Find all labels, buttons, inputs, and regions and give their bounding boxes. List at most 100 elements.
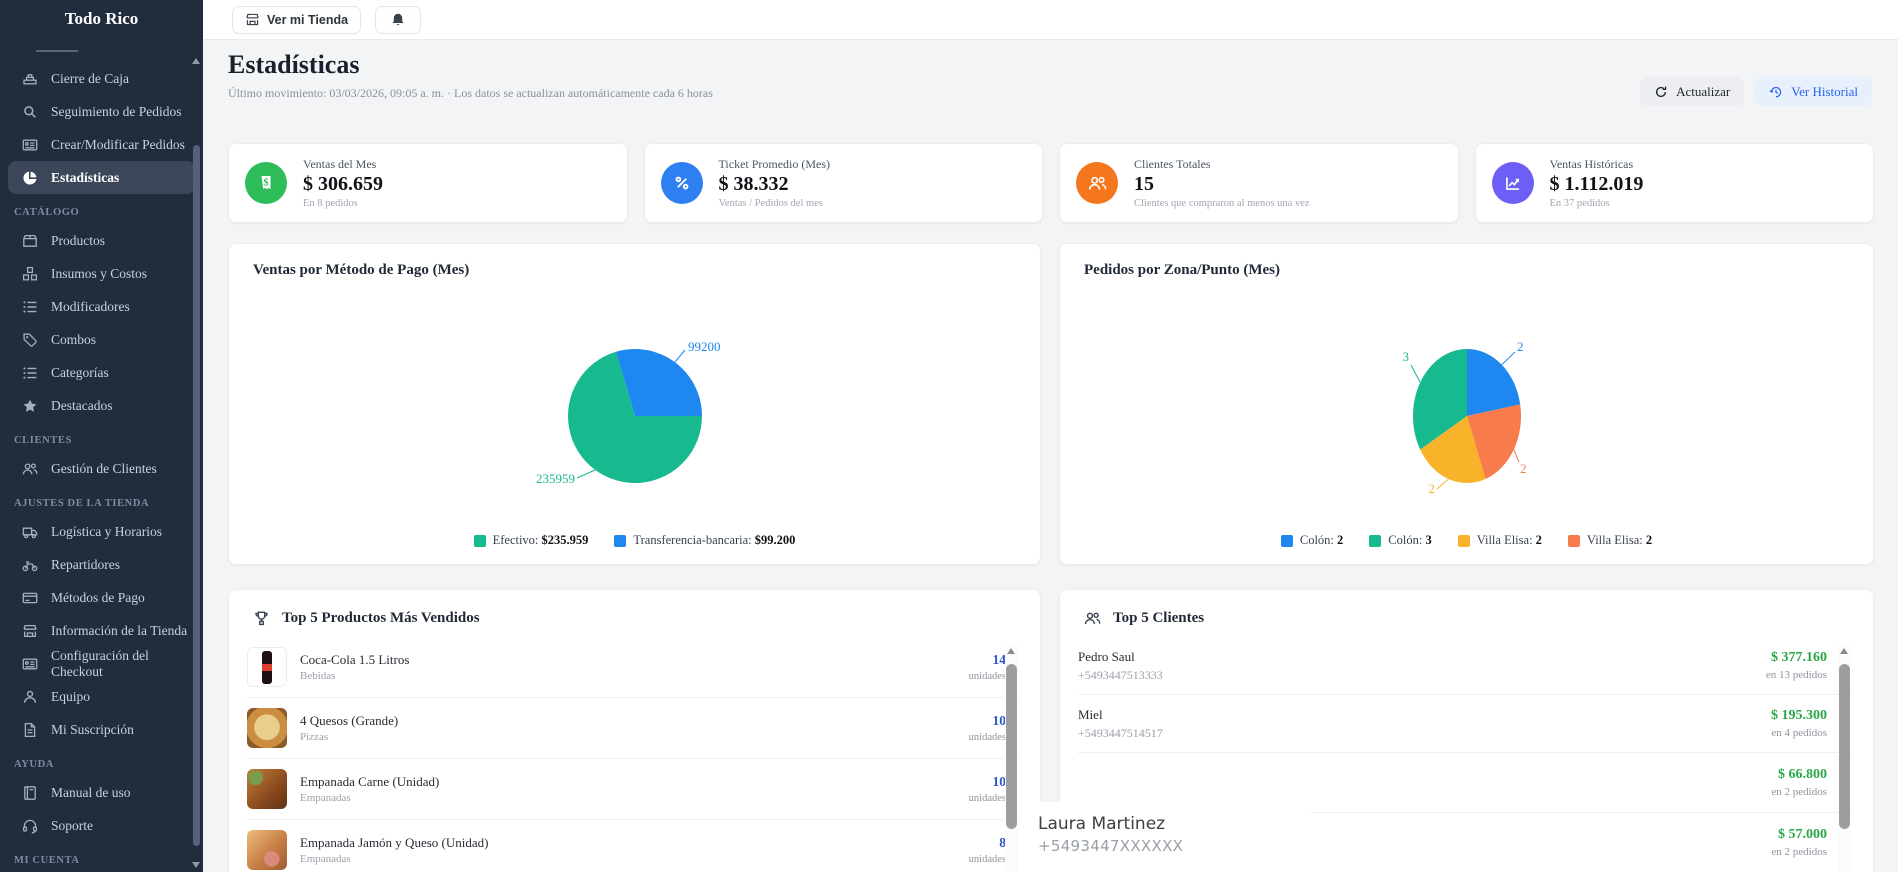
legend-item-colon-3[interactable]: Colón: 3 [1369, 533, 1431, 548]
page-title: Estadísticas [228, 50, 359, 80]
sidebar-item-label: Crear/Modificar Pedidos [51, 137, 185, 153]
sidebar-item-label: Mi Suscripción [51, 722, 134, 738]
sidebar-item-combos[interactable]: Combos [8, 323, 195, 356]
sidebar-item-manual-de-uso[interactable]: Manual de uso [8, 776, 195, 809]
stat-label: Ventas del Mes [303, 157, 383, 172]
sidebar-item-label: Destacados [51, 398, 112, 414]
id-card-icon [22, 137, 38, 153]
client-orders: en 4 pedidos [1771, 727, 1827, 739]
zones-pie-chart: 2 2 2 3 [1257, 291, 1677, 521]
sidebar-item-configuracion-del-checkout[interactable]: Configuración del Checkout [8, 647, 195, 680]
sidebar-item-repartidores[interactable]: Repartidores [8, 548, 195, 581]
scroll-up-arrow-icon[interactable] [192, 58, 200, 64]
product-image [247, 647, 287, 687]
sidebar-item-crear-modificar-pedidos[interactable]: Crear/Modificar Pedidos [8, 128, 195, 161]
product-row: Empanada Jamón y Queso (Unidad) Empanada… [247, 820, 1020, 872]
sidebar-item-soporte[interactable]: Soporte [8, 809, 195, 842]
tag-icon [22, 332, 38, 348]
trophy-icon [253, 610, 270, 627]
legend-item-efectivo[interactable]: Efectivo: $235.959 [474, 533, 589, 548]
receipt-icon: $ [245, 162, 287, 204]
history-icon [1769, 85, 1783, 99]
sidebar-item-destacados[interactable]: Destacados [8, 389, 195, 422]
legend-item-villa-elisa-a[interactable]: Villa Elisa: 2 [1458, 533, 1542, 548]
scroll-up-arrow-icon[interactable] [1007, 648, 1015, 654]
scroll-up-arrow-icon[interactable] [1840, 648, 1848, 654]
users-icon [1076, 162, 1118, 204]
legend-item-villa-elisa-b[interactable]: Villa Elisa: 2 [1568, 533, 1652, 548]
legend-swatch [474, 535, 486, 547]
truck-icon [22, 524, 38, 540]
pie-label: 2 [1520, 461, 1527, 476]
product-image [247, 708, 287, 748]
product-row: Empanada Carne (Unidad) Empanadas 10unid… [247, 759, 1020, 820]
notifications-button[interactable] [375, 6, 421, 34]
stat-caption: En 37 pedidos [1550, 198, 1644, 209]
scrollbar-thumb[interactable] [193, 145, 200, 846]
product-quantity: 14 [969, 652, 1006, 668]
sidebar-item-logistica-y-horarios[interactable]: Logística y Horarios [8, 515, 195, 548]
sidebar-item-cierre-de-caja[interactable]: Cierre de Caja [8, 62, 195, 95]
client-row: Miel +5493447514517 $ 195.300en 4 pedido… [1078, 695, 1853, 753]
stat-caption: En 8 pedidos [303, 198, 383, 209]
stats-row: $ Ventas del Mes $ 306.659 En 8 pedidos … [228, 143, 1874, 223]
chart-legend: Efectivo: $235.959 Transferencia-bancari… [229, 533, 1040, 548]
client-name: Miel [1078, 707, 1771, 723]
unit-label: unidades [969, 854, 1006, 865]
list-icon [22, 365, 38, 381]
product-row: 4 Quesos (Grande) Pizzas 10unidades [247, 698, 1020, 759]
header-actions: Actualizar Ver Historial [1640, 77, 1872, 106]
sidebar-item-seguimiento-de-pedidos[interactable]: Seguimiento de Pedidos [8, 95, 195, 128]
view-store-button[interactable]: Ver mi Tienda [232, 6, 361, 34]
sidebar-item-label: Repartidores [51, 557, 120, 573]
cash-register-icon [22, 71, 38, 87]
product-name: Empanada Carne (Unidad) [300, 774, 969, 790]
sidebar-item-informacion-de-la-tienda[interactable]: Información de la Tienda [8, 614, 195, 647]
product-category: Pizzas [300, 731, 969, 743]
stat-caption: Clientes que compraron al menos una vez [1134, 198, 1310, 209]
sidebar-item-modificadores[interactable]: Modificadores [8, 290, 195, 323]
chart-legend: Colón: 2 Colón: 3 Villa Elisa: 2 Villa E… [1060, 533, 1873, 548]
clients-scrollbar[interactable] [1838, 644, 1851, 872]
client-orders: en 2 pedidos [1771, 786, 1827, 798]
legend-item-colon-2[interactable]: Colón: 2 [1281, 533, 1343, 548]
store-icon [22, 623, 38, 639]
top-clients-list: Pedro Saul +5493447513333 $ 377.160en 13… [1078, 637, 1853, 872]
sidebar-item-metodos-de-pago[interactable]: Métodos de Pago [8, 581, 195, 614]
page-subtitle: Último movimiento: 03/03/2026, 09:05 a. … [228, 86, 713, 101]
cubes-icon [22, 266, 38, 282]
stat-value: $ 38.332 [719, 173, 831, 196]
sidebar-item-equipo[interactable]: Equipo [8, 680, 195, 713]
sidebar-item-estadisticas[interactable]: Estadísticas [8, 161, 195, 194]
refresh-button[interactable]: Actualizar [1640, 77, 1744, 106]
sidebar-item-gestion-de-clientes[interactable]: Gestión de Clientes [8, 452, 195, 485]
view-history-button[interactable]: Ver Historial [1755, 77, 1872, 106]
pie-slice-colon-2[interactable] [1467, 349, 1520, 416]
sidebar: Todo Rico Cierre de Caja Seguimiento de … [0, 0, 203, 872]
chart-title: Ventas por Método de Pago (Mes) [253, 262, 469, 279]
sidebar-item-label: Manual de uso [51, 785, 130, 801]
scrollbar-thumb[interactable] [1839, 664, 1850, 829]
client-row: Pedro Saul +5493447513333 $ 377.160en 13… [1078, 637, 1853, 695]
client-orders: en 13 pedidos [1766, 669, 1827, 681]
box-icon [22, 233, 38, 249]
legend-swatch [1369, 535, 1381, 547]
pie-label: 3 [1402, 349, 1409, 364]
sidebar-item-categorias[interactable]: Categorías [8, 356, 195, 389]
unit-label: unidades [969, 793, 1006, 804]
legend-item-transferencia[interactable]: Transferencia-bancaria: $99.200 [614, 533, 795, 548]
scroll-down-arrow-icon[interactable] [192, 862, 200, 868]
pie-chart-icon [22, 170, 38, 186]
sidebar-item-label: Seguimiento de Pedidos [51, 104, 182, 120]
scrollbar-thumb[interactable] [1006, 664, 1017, 829]
products-scrollbar[interactable] [1005, 644, 1018, 872]
sidebar-scrollbar[interactable] [191, 46, 202, 872]
sidebar-item-productos[interactable]: Productos [8, 224, 195, 257]
sidebar-item-insumos-y-costos[interactable]: Insumos y Costos [8, 257, 195, 290]
app-title: Todo Rico [0, 0, 203, 42]
sidebar-item-label: Modificadores [51, 299, 130, 315]
sidebar-item-mi-suscripcion[interactable]: Mi Suscripción [8, 713, 195, 746]
store-icon [245, 12, 260, 27]
client-amount: $ 377.160 [1766, 650, 1827, 666]
pie-label: 2 [1428, 481, 1435, 496]
